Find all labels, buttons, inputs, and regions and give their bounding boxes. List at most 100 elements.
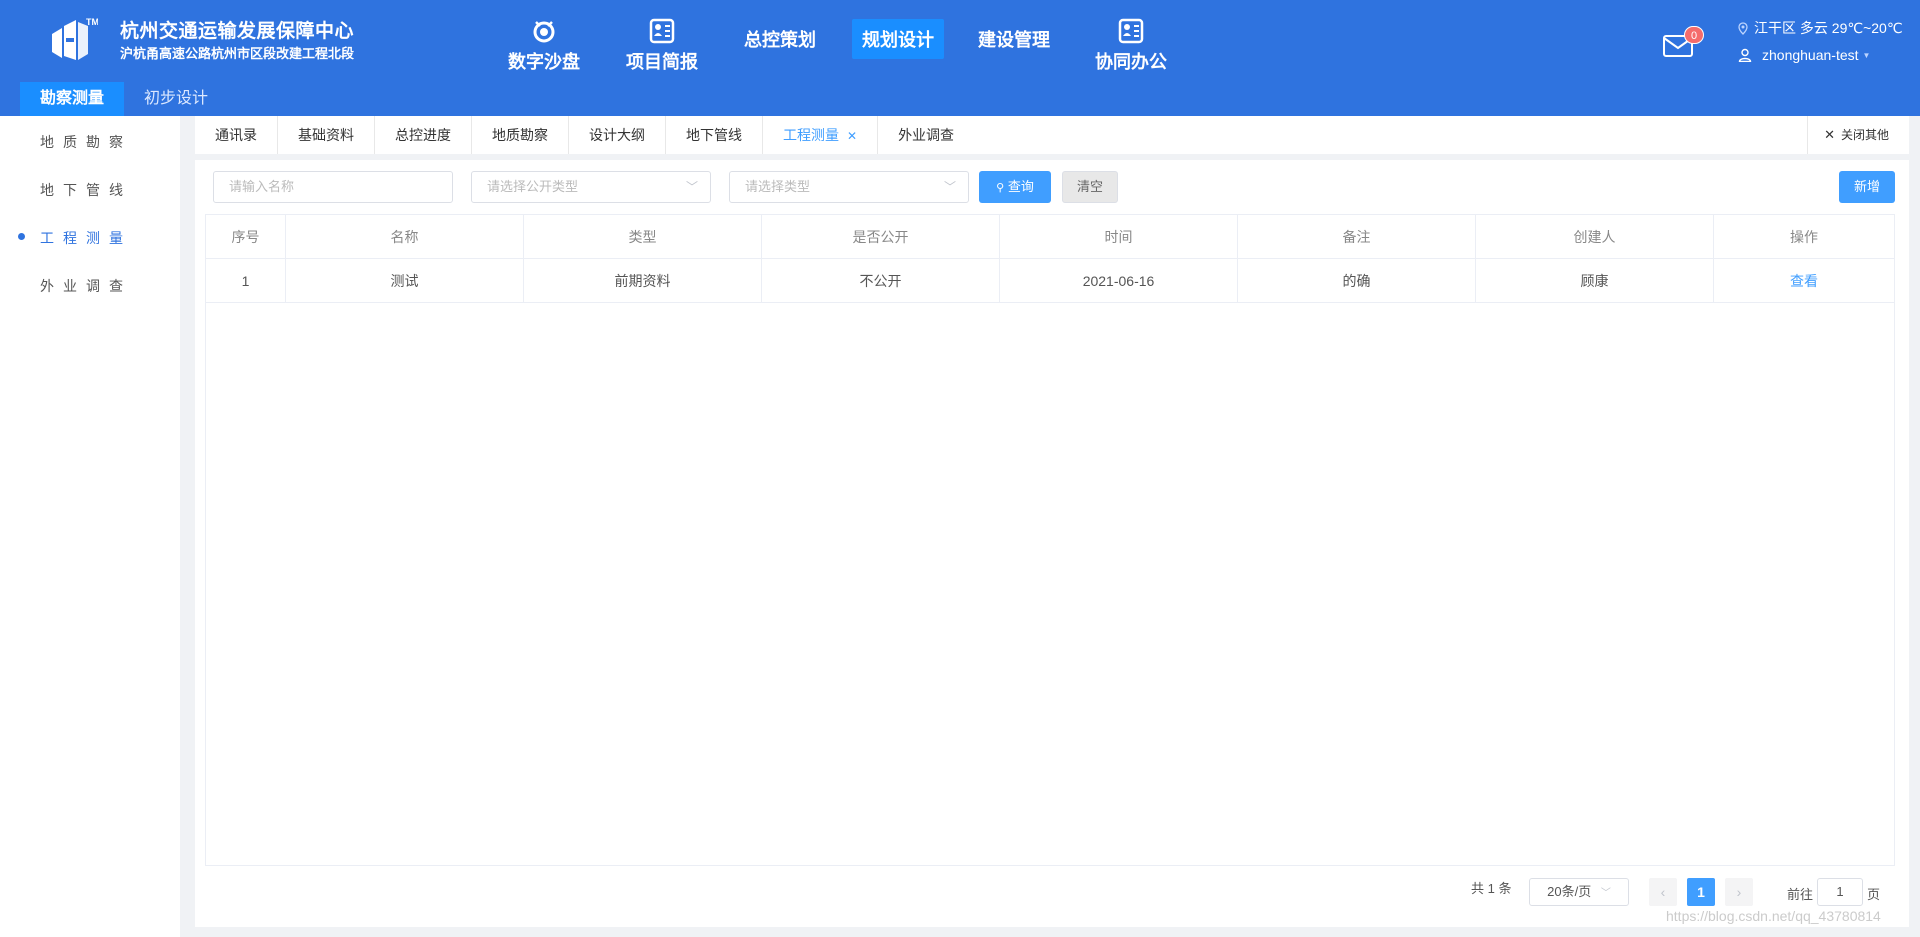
nav-label: 总控策划 [744, 30, 816, 50]
location-icon [1738, 21, 1748, 35]
column-header: 序号 [206, 215, 286, 259]
subnav-survey[interactable]: 勘察测量 [20, 82, 125, 116]
brand-subtitle: 沪杭甬高速公路杭州市区段改建工程北段 [120, 46, 355, 61]
sidebar-item-pipelines[interactable]: 地下管线 [40, 180, 132, 200]
svg-text:TM: TM [86, 17, 98, 27]
tab-label: 工程测量 [783, 127, 839, 143]
tab-pipelines[interactable]: 地下管线 [666, 116, 763, 154]
close-icon[interactable]: ✕ [847, 129, 857, 143]
logo-icon: TM [52, 17, 98, 60]
page-size-select[interactable]: 20条/页 ﹀ [1529, 878, 1629, 906]
close-others-label: 关闭其他 [1840, 128, 1889, 142]
tab-label: 地质勘察 [492, 127, 548, 143]
brand-title: 杭州交通运输发展保障中心 [120, 21, 355, 42]
tab-master-progress[interactable]: 总控进度 [375, 116, 472, 154]
select-placeholder: 请选择类型 [745, 179, 811, 194]
goto-label: 前往 [1787, 887, 1814, 902]
watermark: https://blog.csdn.net/qq_43780814 [1666, 908, 1881, 924]
select-placeholder: 请选择公开类型 [487, 179, 579, 194]
user-menu[interactable]: zhonghuan-test ▼ [1738, 47, 1870, 63]
type-select[interactable]: 请选择类型 ﹀ [729, 171, 969, 203]
nav-master-planning[interactable]: 总控策划 [734, 19, 826, 59]
mail-count-badge: 0 [1684, 26, 1704, 44]
nav-label: 规划设计 [862, 30, 934, 50]
sidebar: 地质勘察 地下管线 工程测量 外业调查 [0, 116, 180, 937]
column-header: 备注 [1238, 215, 1476, 259]
chevron-down-icon: ﹀ [1600, 888, 1611, 899]
goto-page-input[interactable]: 1 [1817, 878, 1863, 906]
nav-project-report[interactable]: 项目简报 [626, 12, 698, 74]
tab-design-outline[interactable]: 设计大纲 [569, 116, 666, 154]
top-header: TM 杭州交通运输发展保障中心 沪杭甬高速公路杭州市区段改建工程北段 数字沙盘 … [0, 0, 1920, 116]
tab-field-survey[interactable]: 外业调查 [878, 116, 974, 154]
page-size-value: 20条/页 [1547, 884, 1592, 899]
tab-engineering-survey[interactable]: 工程测量 ✕ [763, 116, 879, 154]
add-button[interactable]: 新增 [1839, 171, 1895, 203]
public-type-select[interactable]: 请选择公开类型 ﹀ [471, 171, 711, 203]
chevron-down-icon: ﹀ [943, 180, 956, 194]
sub-navigation: 勘察测量 初步设计 [0, 82, 228, 116]
report-icon [649, 18, 675, 44]
clear-button[interactable]: 清空 [1062, 171, 1118, 203]
tab-label: 外业调查 [898, 127, 955, 143]
view-link[interactable]: 查看 [1714, 259, 1894, 303]
brand: 杭州交通运输发展保障中心 沪杭甬高速公路杭州市区段改建工程北段 [120, 20, 354, 63]
close-others-button[interactable]: ✕ 关闭其他 [1807, 116, 1909, 154]
table-header-row: 序号 名称 类型 是否公开 时间 备注 创建人 操作 [206, 215, 1894, 259]
query-label: 查询 [1007, 179, 1034, 194]
active-dot-icon [18, 233, 25, 240]
column-header: 创建人 [1476, 215, 1714, 259]
search-icon: ⚲ [996, 182, 1005, 194]
subnav-preliminary-design[interactable]: 初步设计 [124, 82, 228, 116]
next-page-icon[interactable]: › [1725, 878, 1753, 906]
nav-label: 数字沙盘 [508, 52, 580, 72]
sidebar-item-geology[interactable]: 地质勘察 [40, 132, 132, 152]
chevron-down-icon: ▼ [1862, 50, 1871, 60]
cell-type: 前期资料 [524, 259, 762, 303]
sandbox-icon [533, 21, 555, 43]
cell-index: 1 [206, 259, 286, 303]
prev-page-icon[interactable]: ‹ [1649, 878, 1677, 906]
query-button[interactable]: ⚲ 查询 [979, 171, 1051, 203]
main-panel: 请输入名称 请选择公开类型 ﹀ 请选择类型 ﹀ ⚲ 查询 清空 新增 序号 名称… [195, 160, 1909, 927]
column-header: 操作 [1790, 229, 1818, 245]
cell-remark: 的确 [1238, 259, 1476, 303]
nav-label: 协同办公 [1095, 52, 1167, 72]
username: zhonghuan-test [1762, 47, 1859, 63]
data-table: 序号 名称 类型 是否公开 时间 备注 创建人 操作 1 测试 前期资料 不公开… [205, 214, 1895, 866]
column-header: 时间 [1000, 215, 1238, 259]
column-header: 是否公开 [762, 215, 1000, 259]
tab-label: 设计大纲 [589, 127, 645, 143]
cell-public: 不公开 [762, 259, 1000, 303]
tab-label: 通讯录 [215, 127, 257, 143]
nav-digital-sandbox[interactable]: 数字沙盘 [508, 12, 580, 74]
nav-collaborative-office[interactable]: 协同办公 [1095, 12, 1167, 74]
column-header: 名称 [286, 215, 524, 259]
cell-name: 测试 [286, 259, 524, 303]
pagination-total: 共 1 条 [1471, 881, 1512, 896]
user-icon [1738, 48, 1752, 62]
sidebar-item-engineering-survey[interactable]: 工程测量 [40, 228, 132, 248]
cell-creator: 顾康 [1476, 259, 1714, 303]
tab-bar: 通讯录 基础资料 总控进度 地质勘察 设计大纲 地下管线 工程测量 ✕ 外业调查 … [195, 116, 1909, 154]
weather-text: 江干区 多云 29℃~20℃ [1754, 20, 1903, 36]
name-search-input[interactable]: 请输入名称 [213, 171, 453, 203]
office-icon [1118, 18, 1144, 44]
tab-basic-data[interactable]: 基础资料 [278, 116, 375, 154]
tab-label: 总控进度 [395, 127, 451, 143]
nav-planning-design[interactable]: 规划设计 [852, 19, 944, 59]
nav-label: 建设管理 [978, 30, 1050, 50]
tab-label: 基础资料 [298, 127, 354, 143]
chevron-down-icon: ﹀ [685, 180, 698, 194]
column-header: 类型 [524, 215, 762, 259]
close-icon: ✕ [1824, 127, 1835, 142]
nav-label: 项目简报 [626, 52, 698, 72]
nav-construction-management[interactable]: 建设管理 [968, 19, 1060, 59]
tab-geology[interactable]: 地质勘察 [472, 116, 569, 154]
table-row: 1 测试 前期资料 不公开 2021-06-16 的确 顾康 查看 [206, 259, 1894, 303]
sidebar-item-field-survey[interactable]: 外业调查 [40, 276, 132, 296]
tab-contacts[interactable]: 通讯录 [195, 116, 278, 154]
page-number-button[interactable]: 1 [1687, 878, 1715, 906]
weather-info: 江干区 多云 29℃~20℃ [1738, 18, 1903, 38]
tab-label: 地下管线 [686, 127, 742, 143]
